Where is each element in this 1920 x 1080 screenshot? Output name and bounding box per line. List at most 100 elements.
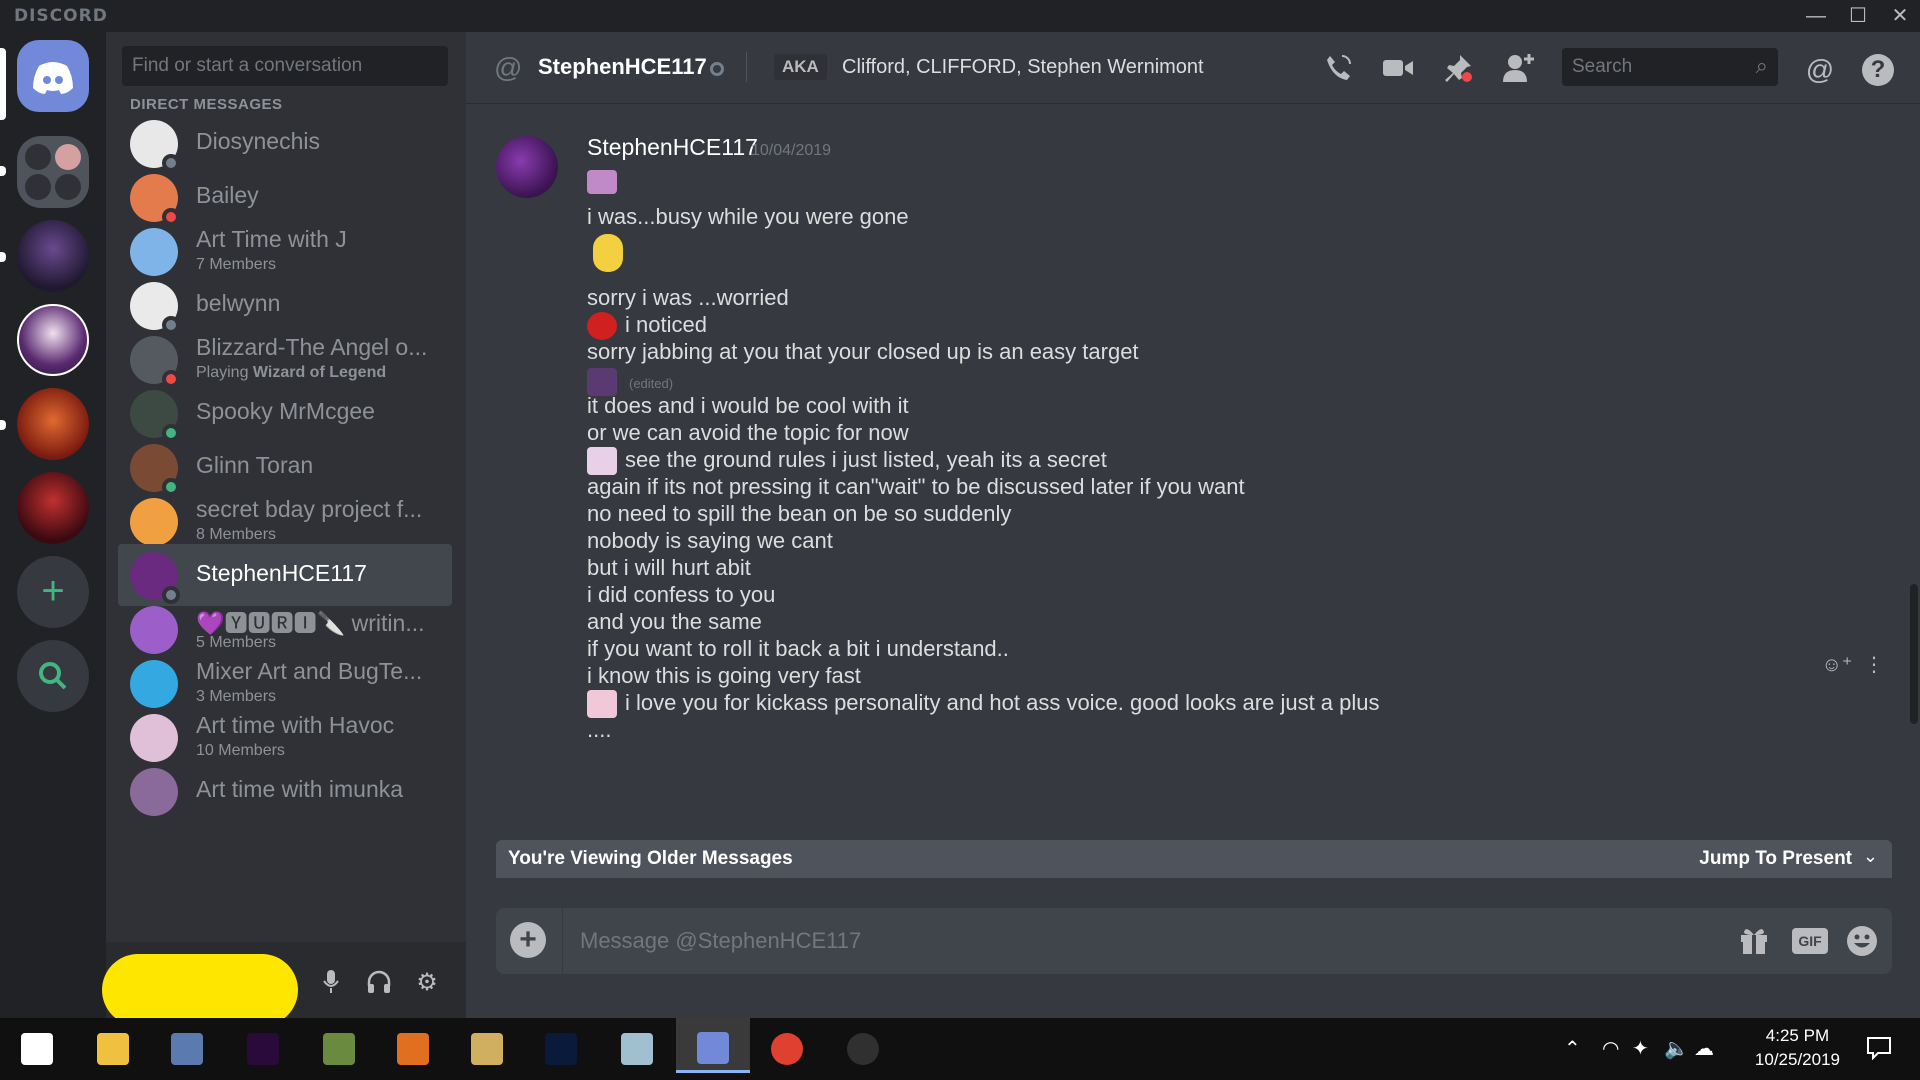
- add-friend-icon[interactable]: [1500, 52, 1536, 88]
- custom-emoji-icon: [587, 447, 617, 476]
- dm-item[interactable]: Diosynechis: [118, 112, 452, 174]
- status-indicator: [710, 62, 724, 76]
- chat-header: @ StephenHCE117 AKA Clifford, CLIFFORD, …: [466, 32, 1920, 104]
- dm-item[interactable]: Art time with Havoc 10 Members: [118, 706, 452, 768]
- author-avatar[interactable]: [496, 136, 558, 198]
- upload-plus-icon[interactable]: +: [510, 922, 546, 958]
- more-options-icon[interactable]: ⋮: [1864, 654, 1884, 676]
- explore-servers-button[interactable]: [17, 640, 89, 712]
- volume-icon[interactable]: 🔈: [1664, 1036, 1689, 1061]
- dm-item[interactable]: Bailey: [118, 166, 452, 228]
- microphone-icon[interactable]: [316, 968, 346, 998]
- add-server-button[interactable]: +: [17, 556, 89, 628]
- header-search-input[interactable]: Search ⌕: [1562, 48, 1778, 86]
- search-icon: ⌕: [1755, 53, 1768, 78]
- taskbar-app-2[interactable]: [150, 1025, 224, 1073]
- dm-item[interactable]: belwynn: [118, 274, 452, 336]
- taskbar-file-explorer[interactable]: [76, 1025, 150, 1073]
- dm-item[interactable]: 💜🆈🆄🆁🅸🔪 writin... 5 Members: [118, 598, 452, 660]
- add-reaction-icon[interactable]: ☺⁺: [1821, 654, 1852, 676]
- taskbar-paint-app[interactable]: [450, 1025, 524, 1073]
- taskbar-app-4[interactable]: [302, 1025, 376, 1073]
- taskbar-discord[interactable]: [676, 1018, 750, 1073]
- dm-name: Glinn Toran: [196, 452, 314, 478]
- dm-item[interactable]: Blizzard-The Angel o... Playing Wizard of…: [118, 328, 452, 390]
- video-call-icon[interactable]: [1380, 52, 1416, 88]
- message-line: or we can avoid the topic for now: [587, 420, 909, 445]
- dm-item[interactable]: Spooky MrMcgee: [118, 382, 452, 444]
- taskbar-chrome[interactable]: [750, 1025, 824, 1073]
- taskbar-app-8[interactable]: [600, 1025, 674, 1073]
- windows-taskbar: ⌃ ◠ ✦ 🔈 ☁ 4:25 PM 10/25/2019: [0, 1018, 1920, 1080]
- message-actions: ☺⁺ ⋮: [1821, 652, 1884, 677]
- scrollbar-thumb[interactable]: [1910, 584, 1918, 724]
- server-icon[interactable]: [17, 388, 89, 460]
- edited-label: (edited): [629, 376, 674, 391]
- taskbar-premiere-pro[interactable]: [226, 1025, 300, 1073]
- message-line: if you want to roll it back a bit i unde…: [587, 636, 1009, 661]
- server-icon[interactable]: [17, 472, 89, 544]
- message-line: i know this is going very fast: [587, 663, 861, 688]
- close-button[interactable]: ✕: [1880, 0, 1920, 32]
- message-text: i noticed: [625, 312, 707, 337]
- voice-call-icon[interactable]: [1320, 52, 1356, 88]
- help-icon[interactable]: ?: [1862, 54, 1894, 86]
- chevron-down-icon[interactable]: ⌄: [1863, 846, 1878, 867]
- divider: [746, 52, 747, 82]
- message-line: ....: [587, 717, 612, 742]
- dm-item[interactable]: Art time with imunka: [118, 760, 452, 822]
- dm-item[interactable]: secret bday project f... 8 Members: [118, 490, 452, 552]
- gear-icon[interactable]: ⚙: [412, 968, 442, 998]
- message-author[interactable]: StephenHCE117: [587, 134, 758, 161]
- chevron-up-icon[interactable]: ⌃: [1564, 1036, 1581, 1061]
- dm-name: Mixer Art and BugTe...: [196, 658, 423, 684]
- taskbar-windows-start[interactable]: [0, 1025, 74, 1073]
- taskbar-app-5[interactable]: [376, 1025, 450, 1073]
- message-line: see the ground rules i just listed, yeah…: [587, 447, 1107, 476]
- mentions-icon[interactable]: @: [1802, 52, 1838, 88]
- server-icon[interactable]: [17, 304, 89, 376]
- notification-center-icon[interactable]: [1866, 1036, 1892, 1066]
- pointing-hand-emoji-icon: [593, 234, 623, 272]
- server-folder[interactable]: [17, 136, 89, 208]
- dm-item[interactable]: Glinn Toran: [118, 436, 452, 498]
- gif-button[interactable]: GIF: [1792, 928, 1828, 954]
- home-button[interactable]: [17, 40, 89, 112]
- message-line: sorry jabbing at you that your closed up…: [587, 339, 1139, 364]
- taskbar-obs[interactable]: [826, 1025, 900, 1073]
- avatar: [130, 228, 178, 276]
- headphones-icon[interactable]: [364, 968, 394, 998]
- dm-item[interactable]: Art Time with J 7 Members: [118, 220, 452, 282]
- wifi-icon[interactable]: ◠: [1602, 1036, 1619, 1061]
- emoji-message: [587, 168, 625, 195]
- taskbar-clock[interactable]: 4:25 PM 10/25/2019: [1755, 1024, 1840, 1072]
- aliases-text: Clifford, CLIFFORD, Stephen Wernimont: [842, 56, 1204, 78]
- minimize-button[interactable]: —: [1796, 0, 1836, 32]
- message-line: again if its not pressing it can"wait" t…: [587, 474, 1245, 499]
- dm-search-input[interactable]: Find or start a conversation: [122, 46, 448, 86]
- dm-item[interactable]: StephenHCE117: [118, 544, 452, 606]
- server-icon[interactable]: [17, 220, 89, 292]
- avatar: [130, 498, 178, 546]
- file-explorer-icon: [97, 1033, 129, 1065]
- message-input[interactable]: Message @StephenHCE117: [580, 928, 861, 954]
- discord-logo-icon: [33, 62, 73, 94]
- dm-name: 💜🆈🆄🆁🅸🔪 writin...: [196, 610, 425, 636]
- jump-to-present-button[interactable]: Jump To Present: [1699, 848, 1852, 870]
- gift-icon[interactable]: [1736, 924, 1772, 963]
- taskbar-photoshop[interactable]: [524, 1025, 598, 1073]
- activity-prefix: Playing: [196, 364, 253, 381]
- dropbox-icon[interactable]: ✦: [1632, 1036, 1649, 1061]
- unread-indicator: [0, 252, 6, 262]
- pin-icon[interactable]: [1440, 52, 1476, 88]
- redacted-username: [102, 954, 298, 1026]
- dm-activity: Playing Wizard of Legend: [196, 364, 386, 382]
- dm-name: Blizzard-The Angel o...: [196, 334, 428, 360]
- maximize-button[interactable]: ☐: [1838, 0, 1878, 32]
- message-line: nobody is saying we cant: [587, 528, 833, 553]
- emoji-picker-icon[interactable]: [1844, 924, 1880, 965]
- cloud-icon[interactable]: ☁: [1694, 1036, 1714, 1061]
- dm-item[interactable]: Mixer Art and BugTe... 3 Members: [118, 652, 452, 714]
- dm-name: Spooky MrMcgee: [196, 398, 375, 424]
- activity-game: Wizard of Legend: [252, 364, 387, 381]
